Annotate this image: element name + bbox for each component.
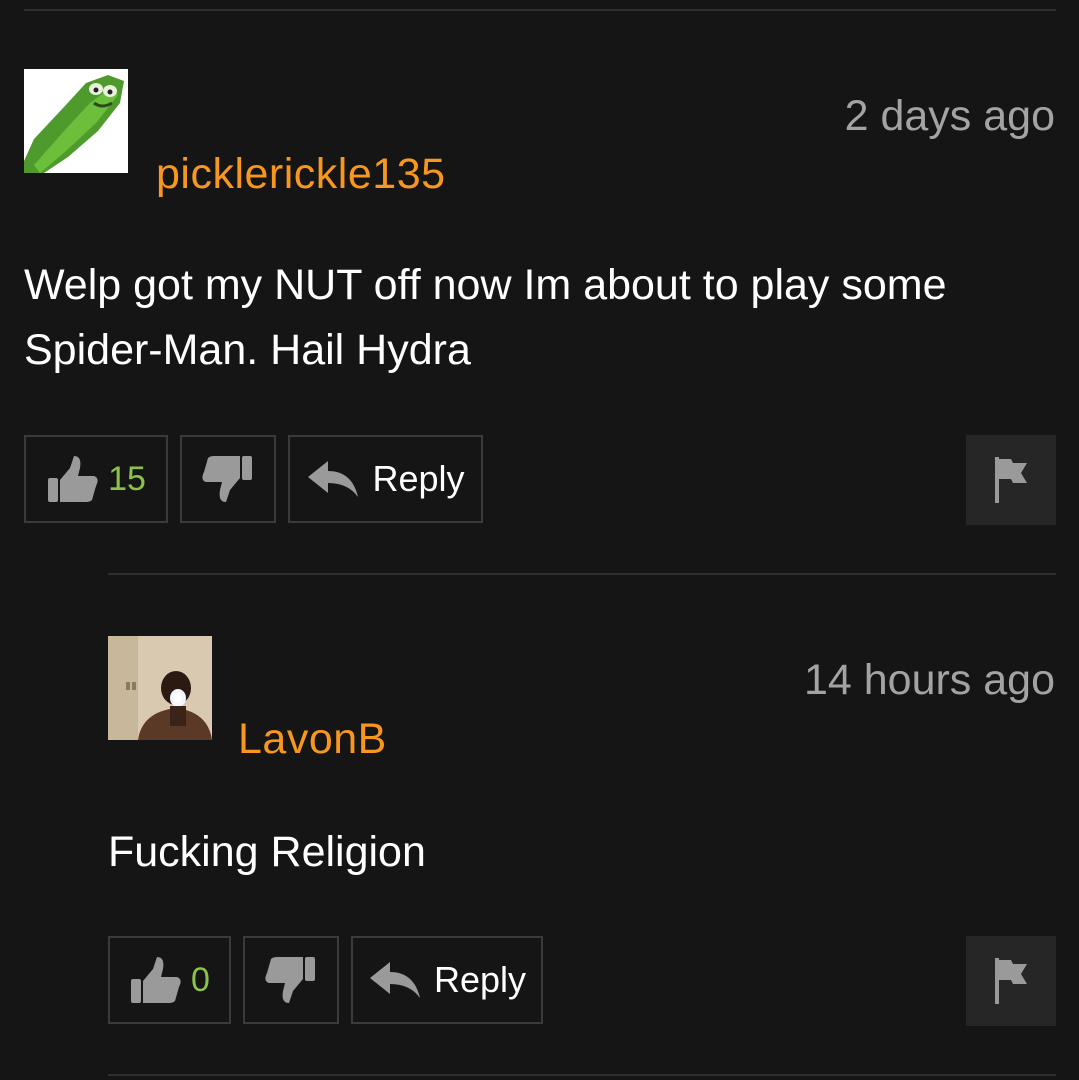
top-divider	[24, 9, 1056, 11]
like-count: 0	[191, 960, 210, 999]
avatar[interactable]	[24, 69, 128, 173]
timestamp: 2 days ago	[844, 92, 1055, 140]
flag-button[interactable]	[966, 936, 1056, 1026]
reply-label: Reply	[433, 959, 527, 1000]
reply-label: Reply	[372, 458, 465, 499]
thumbs-down-icon	[202, 456, 252, 502]
avatar[interactable]	[108, 636, 212, 740]
thumbs-up-icon	[131, 957, 181, 1003]
bottom-divider	[108, 1074, 1056, 1076]
flag-icon	[995, 457, 1027, 503]
reply-divider	[108, 573, 1056, 575]
dislike-button[interactable]	[180, 435, 276, 523]
reply-arrow-icon	[308, 461, 359, 497]
reply-button[interactable]: Reply	[351, 936, 543, 1024]
username[interactable]: LavonB	[238, 718, 387, 761]
thumbs-down-icon	[265, 957, 315, 1003]
timestamp: 14 hours ago	[803, 656, 1055, 704]
like-count: 15	[108, 459, 146, 498]
comment-text-line-1: Welp got my NUT off now Im about to play…	[24, 261, 947, 309]
reply-button[interactable]: Reply	[288, 435, 483, 523]
comment-text-line-2: Spider-Man. Hail Hydra	[24, 326, 471, 374]
pickle-avatar-image	[24, 69, 128, 173]
reply-arrow-icon	[369, 962, 420, 998]
thumbs-up-icon	[48, 456, 98, 502]
selfie-avatar-image	[108, 636, 212, 740]
like-button[interactable]: 15	[24, 435, 168, 523]
dislike-button[interactable]	[243, 936, 339, 1024]
flag-icon	[995, 958, 1027, 1004]
username[interactable]: picklerickle135	[156, 153, 446, 196]
like-button[interactable]: 0	[108, 936, 231, 1024]
flag-button[interactable]	[966, 435, 1056, 525]
comment-text: Fucking Religion	[108, 828, 426, 876]
